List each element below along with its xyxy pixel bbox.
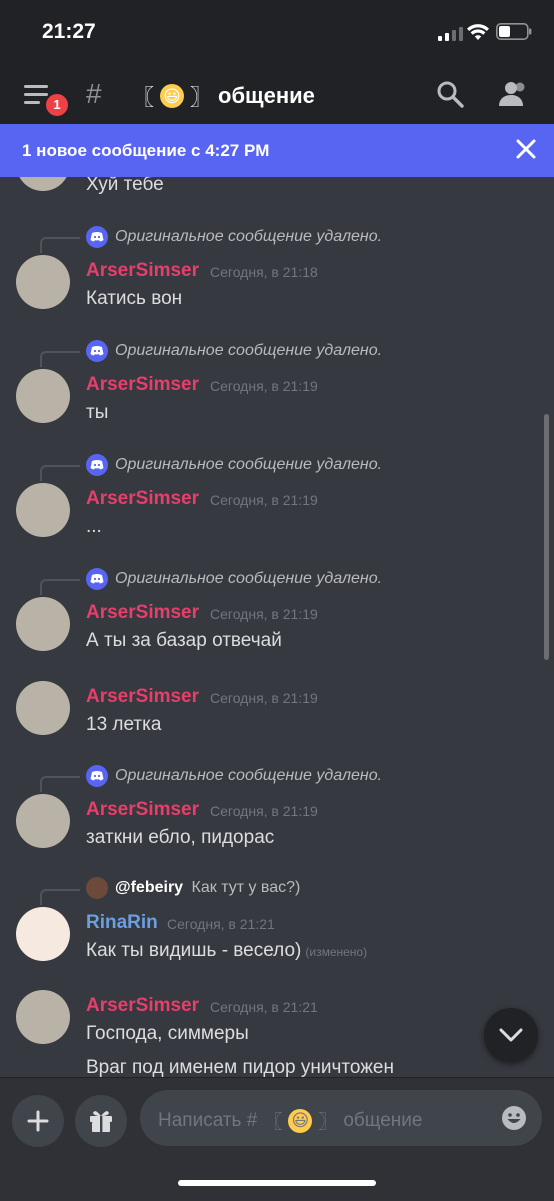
status-bar: 21:27 [0,0,554,62]
avatar[interactable] [16,794,70,848]
reply-text[interactable]: Оригинальное сообщение удалено. [115,342,382,360]
smiley-emoji-icon: 😃 [288,1108,313,1133]
reply-connector [40,776,80,792]
placeholder-prefix: Написать # [158,1109,258,1131]
author-name[interactable]: ArserSimser [86,602,199,624]
avatar[interactable] [16,255,70,309]
gift-icon [90,1111,112,1132]
reply-connector [40,579,80,595]
discord-icon [86,226,108,248]
wifi-icon [467,24,489,40]
channel-name: общение [218,83,315,108]
hash-icon: # [86,78,102,109]
message-content: А ты за базар отвечай [86,630,282,651]
message-timestamp: Сегодня, в 21:18 [210,264,318,280]
reply-connector [40,465,80,481]
gift-button[interactable] [75,1095,127,1147]
avatar[interactable] [16,597,70,651]
message-content: ты [86,402,109,423]
search-icon[interactable] [436,80,464,108]
message-timestamp: Сегодня, в 21:19 [210,803,318,819]
bracket-right: 〗 [190,85,213,110]
message-timestamp: Сегодня, в 21:19 [210,492,318,508]
notification-badge: 1 [44,92,70,118]
bracket-right: 〗 [318,1112,338,1133]
reply-preview[interactable]: @febeiry Как тут у вас?) [115,879,300,897]
reply-connector [40,237,80,253]
author-name[interactable]: ArserSimser [86,686,199,708]
chevron-down-icon [499,1028,523,1042]
avatar[interactable] [16,681,70,735]
plus-icon [27,1110,49,1132]
reply-connector [40,351,80,367]
channel-title[interactable]: 〖 😃 〗 общение [132,80,315,112]
bracket-left: 〖 [132,85,155,110]
message-timestamp: Сегодня, в 21:19 [210,606,318,622]
emoji-picker-icon[interactable] [501,1105,527,1131]
home-indicator[interactable] [178,1180,376,1186]
channel-header: 1 # 〖 😃 〗 общение [0,62,554,124]
message-text: Как ты видишь - весело) [86,940,302,961]
message-content: Как ты видишь - весело) (изменено) [86,940,367,962]
avatar[interactable] [16,177,70,191]
new-messages-banner[interactable]: 1 новое сообщение с 4:27 PM [0,124,554,177]
new-messages-text: 1 новое сообщение с 4:27 PM [22,141,270,160]
placeholder-channel: общение [343,1109,423,1131]
discord-icon [86,765,108,787]
reply-text: Как тут у вас?) [191,879,301,896]
members-icon[interactable] [498,80,528,108]
reply-avatar[interactable] [86,877,108,899]
message-content: Катись вон [86,288,183,309]
reply-text[interactable]: Оригинальное сообщение удалено. [115,767,382,785]
message-content: Господа, симмеры [86,1023,249,1044]
message-timestamp: Сегодня, в 21:21 [210,999,318,1015]
author-name[interactable]: ArserSimser [86,995,199,1017]
avatar[interactable] [16,907,70,961]
scrollbar[interactable] [544,414,549,660]
avatar[interactable] [16,369,70,423]
reply-text[interactable]: Оригинальное сообщение удалено. [115,570,382,588]
edited-label: (изменено) [305,945,368,959]
message-content: Хуй тебе [86,177,164,195]
message-content: 13 летка [86,714,162,735]
reply-text[interactable]: Оригинальное сообщение удалено. [115,228,382,246]
reply-text[interactable]: Оригинальное сообщение удалено. [115,456,382,474]
author-name[interactable]: ArserSimser [86,260,199,282]
author-name[interactable]: ArserSimser [86,374,199,396]
avatar[interactable] [16,483,70,537]
message-content: ... [86,516,102,537]
bracket-left: 〖 [263,1112,283,1133]
jump-to-present-button[interactable] [484,1008,538,1062]
message-timestamp: Сегодня, в 21:21 [167,916,275,932]
avatar[interactable] [16,990,70,1044]
message-timestamp: Сегодня, в 21:19 [210,378,318,394]
message-content: Враг под именем пидор уничтожен [86,1057,394,1077]
battery-icon [496,23,532,40]
discord-icon [86,454,108,476]
message-list[interactable]: Хуй тебе Оригинальное сообщение удалено.… [0,177,554,1077]
message-input[interactable]: Написать # 〖 😃 〗 общение [140,1090,542,1146]
smiley-emoji-icon: 😃 [160,84,185,108]
status-time: 21:27 [42,20,96,43]
reply-username: @febeiry [115,879,184,896]
discord-icon [86,340,108,362]
message-content: заткни ебло, пидорас [86,827,275,848]
message-placeholder: Написать # 〖 😃 〗 общение [158,1107,422,1134]
cellular-signal-icon [438,27,463,41]
close-icon[interactable] [515,138,537,160]
author-name[interactable]: ArserSimser [86,799,199,821]
reply-connector [40,889,80,905]
discord-icon [86,568,108,590]
author-name[interactable]: ArserSimser [86,488,199,510]
message-timestamp: Сегодня, в 21:19 [210,690,318,706]
author-name[interactable]: RinaRin [86,912,158,934]
add-attachment-button[interactable] [12,1095,64,1147]
